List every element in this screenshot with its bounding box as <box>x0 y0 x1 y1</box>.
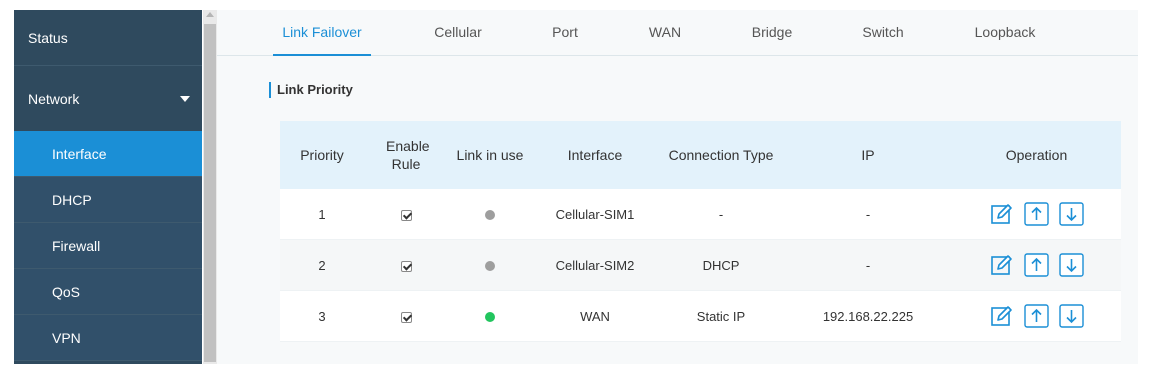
sidebar-item-vpn[interactable]: VPN <box>14 315 202 361</box>
link-in-use-cell <box>448 258 532 273</box>
tab-link-failover[interactable]: Link Failover <box>273 10 371 56</box>
table-row: 2 Cellular-SIM2 DHCP - <box>280 240 1121 291</box>
sidebar-item-interface[interactable]: Interface <box>14 131 202 177</box>
connection-type-cell: DHCP <box>702 257 740 273</box>
sidebar-item-label: Firewall <box>52 237 101 254</box>
enable-rule-checkbox[interactable] <box>400 209 412 221</box>
enable-rule-checkbox[interactable] <box>400 311 412 323</box>
enable-rule-cell <box>364 309 448 324</box>
connection-type-cell: - <box>718 206 724 222</box>
tab-switch[interactable]: Switch <box>858 10 908 56</box>
sidebar-item-label: DHCP <box>52 191 92 208</box>
scroll-up-arrow-icon[interactable] <box>206 12 214 17</box>
edit-icon[interactable] <box>989 202 1015 227</box>
column-header: Priority <box>300 147 344 163</box>
operation-cell <box>952 253 1121 278</box>
edit-icon[interactable] <box>989 253 1015 278</box>
operation-cell <box>952 304 1121 329</box>
column-header: Enable Rule <box>386 138 430 172</box>
link-status-dot-icon <box>485 312 495 323</box>
section-title: Link Priority <box>269 82 353 98</box>
tab-bridge[interactable]: Bridge <box>747 10 797 56</box>
link-status-dot-icon <box>485 261 495 272</box>
column-header: IP <box>861 147 875 163</box>
enable-rule-checkbox[interactable] <box>400 260 412 272</box>
router-admin-page: Status Network Interface DHCP Firewall Q… <box>0 0 1150 381</box>
sidebar-item-network[interactable]: Network <box>14 66 202 131</box>
tab-cellular[interactable]: Cellular <box>427 10 489 56</box>
column-header: Operation <box>1005 147 1068 163</box>
interface-cell: Cellular-SIM2 <box>555 257 635 273</box>
scroll-thumb[interactable] <box>204 24 216 362</box>
connection-type-cell: Static IP <box>696 308 746 324</box>
caret-down-icon <box>180 95 190 102</box>
ip-cell: - <box>865 206 871 222</box>
main-content: Link Failover Cellular Port WAN Bridge S… <box>217 10 1138 364</box>
move-up-icon[interactable] <box>1024 253 1050 278</box>
column-header: Interface <box>567 147 623 163</box>
table-row: 3 WAN Static IP 192.168.22.225 <box>280 291 1121 342</box>
priority-cell: 3 <box>318 308 326 324</box>
enable-rule-cell <box>364 207 448 222</box>
sidebar: Status Network Interface DHCP Firewall Q… <box>14 10 202 364</box>
column-header: Link in use <box>456 147 524 163</box>
move-up-icon[interactable] <box>1024 202 1050 227</box>
move-down-icon[interactable] <box>1059 304 1085 329</box>
link-status-dot-icon <box>485 210 495 221</box>
tab-bar: Link Failover Cellular Port WAN Bridge S… <box>217 10 1138 56</box>
edit-icon[interactable] <box>989 304 1015 329</box>
move-down-icon[interactable] <box>1059 253 1085 278</box>
sidebar-item-label: Status <box>28 29 68 46</box>
priority-cell: 2 <box>318 257 326 273</box>
link-in-use-cell <box>448 207 532 222</box>
link-in-use-cell <box>448 309 532 324</box>
sidebar-scrollbar[interactable] <box>203 10 217 364</box>
interface-cell: WAN <box>580 308 610 324</box>
tab-loopback[interactable]: Loopback <box>970 10 1040 56</box>
link-priority-table: Priority Enable Rule Link in use Interfa… <box>280 121 1121 342</box>
sidebar-item-label: VPN <box>52 329 81 346</box>
column-header: Connection Type <box>668 147 774 163</box>
move-up-icon[interactable] <box>1024 304 1050 329</box>
interface-cell: Cellular-SIM1 <box>555 206 635 222</box>
table-header: Priority Enable Rule Link in use Interfa… <box>280 121 1121 189</box>
sidebar-item-dhcp[interactable]: DHCP <box>14 177 202 223</box>
tab-port[interactable]: Port <box>547 10 583 56</box>
sidebar-item-label: Interface <box>52 145 107 162</box>
sidebar-item-label: QoS <box>52 283 81 300</box>
sidebar-item-firewall[interactable]: Firewall <box>14 223 202 269</box>
table-row: 1 Cellular-SIM1 - - <box>280 189 1121 240</box>
sidebar-item-label: Network <box>28 90 80 107</box>
tab-wan[interactable]: WAN <box>645 10 685 56</box>
enable-rule-cell <box>364 258 448 273</box>
ip-cell: - <box>865 257 871 273</box>
sidebar-item-qos[interactable]: QoS <box>14 269 202 315</box>
move-down-icon[interactable] <box>1059 202 1085 227</box>
priority-cell: 1 <box>318 206 326 222</box>
ip-cell: 192.168.22.225 <box>822 308 914 324</box>
sidebar-item-status[interactable]: Status <box>14 10 202 66</box>
operation-cell <box>952 202 1121 227</box>
